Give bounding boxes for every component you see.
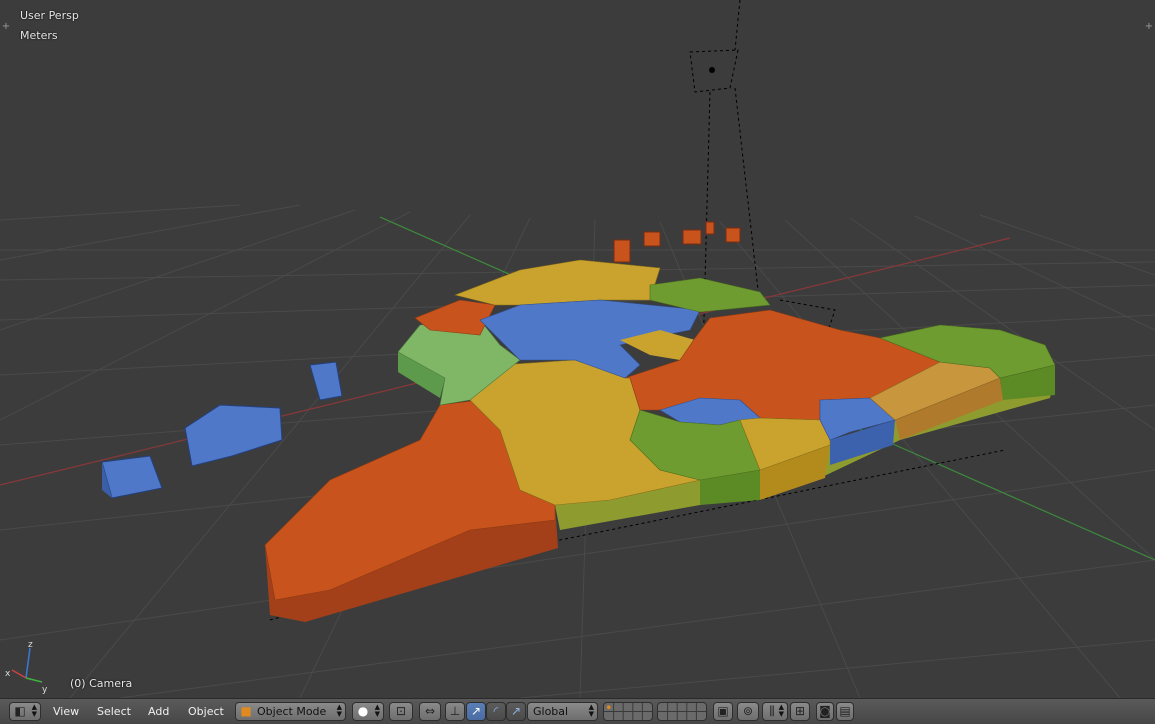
proportional-edit-icon: ⊚: [742, 704, 754, 718]
3d-view-icon: ◧: [14, 704, 26, 718]
map-regions[interactable]: [264, 259, 1056, 601]
menu-select[interactable]: Select: [97, 705, 131, 718]
mode-label: Object Mode: [257, 705, 327, 718]
view-name-label: User Persp: [20, 9, 79, 22]
gizmo-x-label: x: [5, 669, 11, 679]
menu-object[interactable]: Object: [188, 705, 224, 718]
islands-east[interactable]: [613, 221, 741, 263]
menu-add[interactable]: Add: [148, 705, 169, 718]
layer-grid-icon: [604, 703, 652, 720]
manipulator-toggle-icon: ⊥: [449, 704, 461, 718]
translate-manipulator-button[interactable]: ↗: [466, 702, 486, 721]
pivot-point-icon: ⊡: [395, 704, 407, 718]
layers-group-2[interactable]: [657, 702, 707, 721]
transform-orientation-select[interactable]: Global ▲ ▼: [527, 702, 598, 721]
axis-gizmo: z x y: [5, 640, 48, 695]
islands-west[interactable]: [101, 361, 343, 499]
snap-element-select[interactable]: ⫼ ▲ ▼: [762, 702, 788, 721]
opengl-render-icon: ◙: [819, 704, 831, 718]
layer-grid-icon: [658, 703, 706, 720]
region-expand-right-icon[interactable]: +: [1144, 22, 1154, 32]
region-north-gold: [454, 259, 661, 306]
chevron-updown-icon: ▲ ▼: [336, 703, 342, 718]
viewport-shading-select[interactable]: ● ▲ ▼: [352, 702, 384, 721]
units-label: Meters: [20, 29, 58, 42]
lock-layers-button[interactable]: ▣: [713, 702, 733, 721]
mode-select[interactable]: ■ Object Mode ▲ ▼: [235, 702, 346, 721]
snap-icon: ⊞: [794, 704, 806, 718]
3d-viewport[interactable]: z x y User Persp Meters (0) Camera + +: [0, 0, 1155, 698]
opengl-animation-button[interactable]: ▤: [836, 702, 854, 721]
scale-manipulator-button[interactable]: ↗: [506, 702, 526, 721]
viewport-header: ◧ ▲ ▼ View Select Add Object ■ Object Mod…: [0, 698, 1155, 724]
rotate-manipulator-button[interactable]: ◜: [486, 702, 506, 721]
menu-view[interactable]: View: [53, 705, 79, 718]
chevron-updown-icon: ▲ ▼: [588, 703, 594, 718]
opengl-animation-icon: ▤: [839, 704, 851, 718]
occlude-geometry-icon: ⇔: [424, 704, 436, 718]
active-object-label: (0) Camera: [70, 677, 133, 690]
scale-icon: ↗: [510, 704, 522, 718]
lock-layers-icon: ▣: [717, 704, 729, 718]
translate-icon: ↗: [470, 704, 482, 718]
solid-shading-icon: ●: [357, 704, 369, 718]
snap-element-icon: ⫼: [769, 704, 775, 718]
gizmo-z-label: z: [28, 640, 33, 650]
manipulator-toggle-button[interactable]: ⊥: [445, 702, 465, 721]
orientation-label: Global: [533, 705, 569, 718]
region-expand-left-icon[interactable]: +: [1, 22, 11, 32]
chevron-updown-icon: ▲ ▼: [31, 703, 37, 718]
opengl-render-button[interactable]: ◙: [816, 702, 834, 721]
pivot-point-button[interactable]: ⊡: [389, 702, 413, 721]
3d-scene[interactable]: z x y: [0, 0, 1155, 698]
snap-target-button[interactable]: ⊞: [790, 702, 810, 721]
chevron-updown-icon: ▲ ▼: [778, 703, 784, 718]
rotate-icon: ◜: [493, 704, 499, 718]
gizmo-y-label: y: [42, 685, 48, 695]
editor-type-button[interactable]: ◧ ▲ ▼: [9, 702, 41, 721]
layers-group-1[interactable]: [603, 702, 653, 721]
occlude-geometry-button[interactable]: ⇔: [419, 702, 441, 721]
proportional-edit-button[interactable]: ⊚: [737, 702, 759, 721]
object-mode-cube-icon: ■: [240, 704, 252, 718]
chevron-updown-icon: ▲ ▼: [374, 703, 380, 718]
